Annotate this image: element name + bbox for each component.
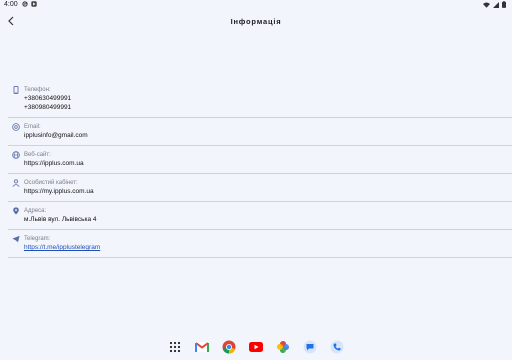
photos-icon[interactable] xyxy=(276,340,290,354)
phone-icon xyxy=(13,86,19,94)
website-value[interactable]: https://ipplus.com.ua xyxy=(24,159,512,168)
app-bar: Інформація xyxy=(0,11,512,33)
page-title: Інформація xyxy=(230,17,282,26)
cabinet-row: Особистий кабінет: https://my.ipplus.com… xyxy=(8,174,512,202)
phone-value-1[interactable]: +380630499991 xyxy=(24,94,512,103)
website-row: Веб-сайт: https://ipplus.com.ua xyxy=(8,146,512,174)
messages-icon[interactable] xyxy=(303,340,317,354)
app-dock xyxy=(0,333,512,360)
address-value: м.Львів вул. Львівська 4 xyxy=(24,216,97,223)
address-row: Адреса: м.Львів вул. Львівська 4 xyxy=(8,202,512,230)
gmail-icon[interactable] xyxy=(195,340,209,354)
battery-icon xyxy=(502,1,506,8)
globe-icon xyxy=(12,151,20,159)
cabinet-value[interactable]: https://my.ipplus.com.ua xyxy=(24,187,512,196)
phone-value-2[interactable]: +380980499991 xyxy=(24,103,512,112)
svg-text:G: G xyxy=(23,2,26,7)
telegram-icon xyxy=(12,235,20,243)
telegram-row: Telegram: https://t.me/ipplustelegram xyxy=(8,230,512,258)
phone-label: Телефон: xyxy=(24,87,51,93)
youtube-icon[interactable] xyxy=(249,340,263,354)
telegram-label: Telegram: xyxy=(24,236,51,242)
app-drawer-icon[interactable] xyxy=(168,340,182,354)
email-value[interactable]: ipplusinfo@gmail.com xyxy=(24,131,512,140)
telegram-link[interactable]: https://t.me/ipplustelegram xyxy=(24,243,512,252)
contact-info-list: Телефон: +380630499991 +380980499991 Ema… xyxy=(0,81,512,258)
play-icon xyxy=(31,1,37,7)
cabinet-label: Особистий кабінет: xyxy=(24,180,78,186)
email-label: Email: xyxy=(24,124,41,130)
at-icon xyxy=(12,123,20,131)
person-icon xyxy=(12,179,20,187)
status-bar: 4:00 G xyxy=(0,0,512,11)
location-icon xyxy=(13,207,19,215)
chrome-icon[interactable] xyxy=(222,340,236,354)
google-icon: G xyxy=(22,1,28,7)
phone-app-icon[interactable] xyxy=(330,340,344,354)
signal-icon xyxy=(493,1,499,8)
status-time: 4:00 xyxy=(4,1,18,8)
phone-row: Телефон: +380630499991 +380980499991 xyxy=(8,81,512,118)
website-label: Веб-сайт: xyxy=(24,152,51,158)
address-label: Адреса: xyxy=(24,208,47,214)
wifi-icon xyxy=(483,2,490,8)
email-row: Email: ipplusinfo@gmail.com xyxy=(8,118,512,146)
